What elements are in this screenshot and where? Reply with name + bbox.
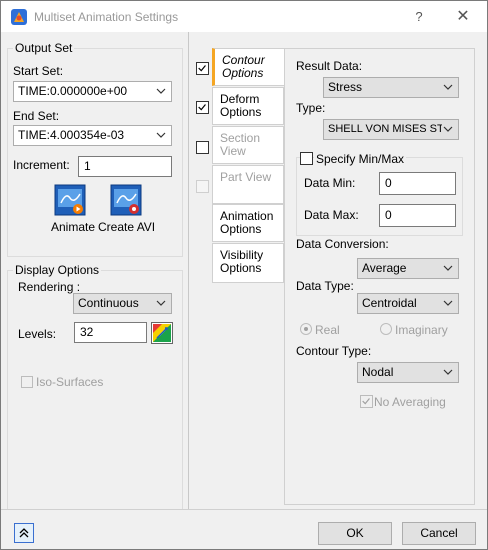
end-set-value: TIME:4.000354e-03: [18, 128, 125, 142]
iso-surfaces-checkbox[interactable]: [21, 376, 33, 388]
dialog-window: Multiset Animation Settings ? ✕ Output S…: [0, 0, 488, 550]
tab-check-section-view[interactable]: [196, 141, 209, 154]
checkmark-icon: [198, 65, 206, 72]
tab-contour-options[interactable]: Contour Options: [212, 48, 285, 86]
chevron-down-icon: [443, 300, 453, 306]
start-set-value: TIME:0.000000e+00: [18, 84, 128, 98]
specify-minmax-checkbox[interactable]: [300, 152, 313, 165]
create-avi-label: Create AVI: [98, 220, 156, 234]
specify-minmax-label: Specify Min/Max: [314, 152, 407, 166]
result-data-combo[interactable]: Stress: [323, 77, 459, 98]
data-conversion-label: Data Conversion:: [296, 237, 389, 251]
data-conversion-value: Average: [362, 261, 407, 275]
tab-check-part-view: [196, 180, 209, 193]
color-palette-icon[interactable]: [151, 322, 173, 344]
chevron-down-icon: [156, 300, 166, 306]
rendering-combo[interactable]: Continuous: [73, 293, 172, 314]
chevron-down-icon: [443, 369, 453, 375]
checkmark-icon: [198, 104, 206, 111]
data-max-label: Data Max:: [304, 208, 359, 222]
real-label: Real: [315, 323, 340, 337]
chevron-down-icon: [156, 132, 166, 138]
tab-part-view[interactable]: Part View: [212, 165, 284, 204]
type-label: Type:: [296, 101, 326, 115]
increment-field[interactable]: 1: [78, 156, 172, 177]
data-min-label: Data Min:: [304, 176, 356, 190]
tab-visibility-options[interactable]: Visibility Options: [212, 243, 284, 283]
result-data-value: Stress: [328, 80, 363, 94]
close-button[interactable]: ✕: [449, 7, 477, 27]
type-combo[interactable]: SHELL VON MISES STR: [323, 119, 459, 140]
checkmark-icon: [362, 398, 370, 405]
data-type-combo[interactable]: Centroidal: [357, 293, 459, 314]
pane-separator: [188, 32, 189, 510]
imaginary-label: Imaginary: [395, 323, 448, 337]
iso-surfaces-label: Iso-Surfaces: [36, 375, 104, 389]
result-data-label: Result Data:: [296, 59, 363, 73]
rendering-value: Continuous: [78, 296, 139, 310]
app-icon: [11, 9, 27, 25]
imaginary-radio[interactable]: [380, 323, 392, 335]
rendering-label: Rendering :: [18, 280, 81, 294]
levels-label: Levels:: [18, 327, 57, 341]
contour-type-label: Contour Type:: [296, 344, 372, 358]
chevron-down-icon: [442, 120, 454, 139]
tab-animation-options[interactable]: Animation Options: [212, 204, 284, 242]
expand-button[interactable]: [14, 523, 34, 543]
tab-section-view[interactable]: Section View: [212, 126, 284, 164]
contour-type-combo[interactable]: Nodal: [357, 362, 459, 383]
data-conversion-combo[interactable]: Average: [357, 258, 459, 279]
data-type-value: Centroidal: [362, 296, 417, 310]
create-avi-button[interactable]: Create AVI: [97, 184, 157, 236]
tab-check-deform[interactable]: [196, 101, 209, 114]
data-type-label: Data Type:: [296, 279, 354, 293]
data-max-field[interactable]: 0: [379, 204, 456, 227]
increment-label: Increment:: [13, 158, 70, 172]
chevron-down-icon: [443, 84, 453, 90]
chevron-down-icon: [156, 88, 166, 94]
end-set-combo[interactable]: TIME:4.000354e-03: [13, 125, 172, 146]
real-radio[interactable]: [300, 323, 312, 335]
start-set-label: Start Set:: [13, 64, 64, 78]
type-value: SHELL VON MISES STR: [328, 123, 452, 135]
contour-type-value: Nodal: [362, 365, 394, 379]
footer-separator: [1, 509, 487, 510]
no-averaging-label: No Averaging: [374, 395, 446, 409]
create-avi-icon: [110, 184, 142, 216]
tab-check-contour[interactable]: [196, 62, 209, 75]
window-title: Multiset Animation Settings: [34, 10, 179, 24]
animate-label: Animate: [51, 220, 96, 234]
levels-field[interactable]: 32: [74, 322, 147, 343]
title-bar: Multiset Animation Settings ? ✕: [1, 1, 487, 32]
chevron-down-icon: [443, 265, 453, 271]
tab-deform-options[interactable]: Deform Options: [212, 87, 284, 125]
data-min-field[interactable]: 0: [379, 172, 456, 195]
double-chevron-up-icon: [19, 528, 29, 538]
start-set-combo[interactable]: TIME:0.000000e+00: [13, 81, 172, 102]
end-set-label: End Set:: [13, 109, 60, 123]
animate-icon: [54, 184, 86, 216]
no-averaging-checkbox[interactable]: [360, 395, 373, 408]
cancel-button[interactable]: Cancel: [402, 522, 476, 545]
ok-button[interactable]: OK: [318, 522, 392, 545]
output-set-title: Output Set: [13, 41, 75, 55]
display-options-title: Display Options: [13, 263, 102, 277]
animate-button[interactable]: Animate: [46, 184, 96, 236]
help-button[interactable]: ?: [405, 7, 433, 27]
